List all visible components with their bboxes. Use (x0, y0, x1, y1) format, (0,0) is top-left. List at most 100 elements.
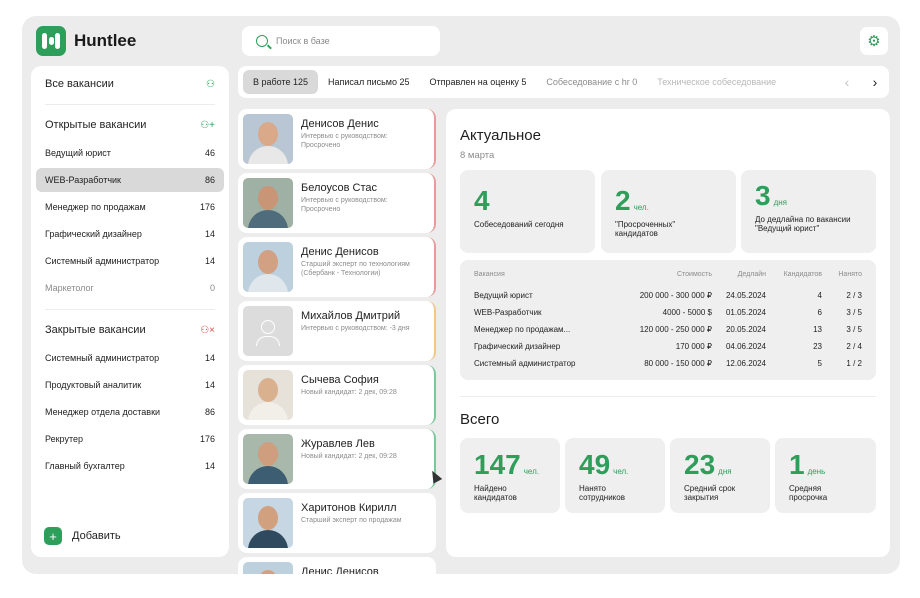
table-row[interactable]: Системный администратор 80 000 - 150 000… (474, 355, 862, 371)
avatar-placeholder (243, 306, 293, 356)
search-input[interactable] (276, 36, 426, 46)
stat-label: Собеседований сегодня (474, 220, 564, 229)
logo-icon (36, 26, 66, 56)
sidebar-item-count: 14 (204, 256, 215, 266)
candidate-card[interactable]: Денис Денисов Старший эксперт по технолог… (238, 237, 436, 297)
candidate-card[interactable]: Журавлев Лев Новый кандидат: 2 дек, 09:28 (238, 429, 436, 489)
stat-card-deadline: 3 дня До дедлайна по вакансии "Ведущий юр… (741, 170, 876, 253)
sidebar-item-web-developer[interactable]: WEB-Разработчик 86 (36, 168, 224, 192)
stat-value: 23 (684, 449, 716, 480)
sidebar-item-lawyer[interactable]: Ведущий юрист 46 (36, 141, 224, 165)
app-window: Huntlee ⚙ Все вакансии ⚇ Открытые ваканс… (22, 16, 900, 574)
open-vacancies-header[interactable]: Открытые вакансии ⚇+ (36, 113, 224, 137)
sidebar-item-recruiter[interactable]: Рекрутер 176 (36, 427, 224, 451)
column-header: Вакансия (474, 270, 505, 278)
candidate-status: Старший эксперт по продажам (301, 517, 402, 524)
tab-sent-for-review[interactable]: Отправлен на оценку 5 (420, 70, 537, 94)
stat-value: 3 (755, 180, 771, 211)
tab-letter-sent[interactable]: Написал письмо 25 (318, 70, 419, 94)
sidebar-item-delivery-manager[interactable]: Менеджер отдела доставки 86 (36, 400, 224, 424)
tab-hr-interview[interactable]: Собеседование с hr 0 (536, 70, 647, 94)
candidate-status: Интервью с руководством: -3 дня (301, 325, 410, 332)
stat-value: 1 (789, 449, 805, 480)
cell-hired: 3 / 5 (846, 324, 862, 334)
add-vacancy-label: Добавить (72, 530, 121, 542)
add-user-icon[interactable]: ⚇+ (200, 120, 215, 131)
sidebar-item-closed-sysadmin[interactable]: Системный администратор 14 (36, 346, 224, 370)
table-row[interactable]: Ведущий юрист 200 000 - 300 000 ₽ 24.05.… (474, 287, 862, 303)
sidebar-item-graphic-designer[interactable]: Графический дизайнер 14 (36, 222, 224, 246)
stat-label: "Просроченных" кандидатов (615, 220, 676, 239)
table-row[interactable]: Менеджер по продажам... 120 000 - 250 00… (474, 321, 862, 337)
cell-deadline: 20.05.2024 (725, 324, 766, 334)
cell-cost: 120 000 - 250 000 ₽ (639, 324, 712, 334)
cell-candidates: 4 (817, 290, 822, 300)
sidebar-item-chief-accountant[interactable]: Главный бухгалтер 14 (36, 454, 224, 478)
sidebar-item-marketer[interactable]: Маркетолог 0 (36, 276, 224, 300)
closed-vacancies-header[interactable]: Закрытые вакансии ⚇× (36, 318, 224, 342)
cell-cost: 4000 - 5000 $ (662, 307, 712, 317)
table-row[interactable]: WEB-Разработчик 4000 - 5000 $ 01.05.2024… (474, 304, 862, 320)
sidebar-item-count: 86 (204, 175, 215, 185)
stat-label: Средняя просрочка (789, 484, 828, 503)
sidebar-item-count: 0 (209, 283, 215, 293)
sidebar-item-sales-manager[interactable]: Менеджер по продажам 176 (36, 195, 224, 219)
stat-label: Нанято сотрудников (579, 484, 625, 503)
cell-hired: 1 / 2 (846, 358, 862, 368)
avatar (243, 498, 293, 548)
settings-button[interactable]: ⚙ (860, 27, 888, 55)
cell-vacancy: Системный администратор (474, 358, 576, 368)
table-row[interactable]: Графический дизайнер 170 000 ₽ 04.06.202… (474, 338, 862, 354)
candidate-status: Интервью с руководством: Просрочено (301, 197, 388, 213)
stat-card-overdue: 2 чел. "Просроченных" кандидатов (601, 170, 736, 253)
gear-icon: ⚙ (867, 33, 881, 50)
app-name: Huntlee (74, 31, 137, 50)
sidebar-item-label: Ведущий юрист (45, 148, 111, 158)
stat-unit: дня (718, 467, 732, 476)
candidate-name: Белоусов Стас (301, 182, 378, 194)
sidebar-item-label: WEB-Разработчик (45, 175, 121, 185)
sidebar-item-label: Графический дизайнер (45, 229, 142, 239)
tab-tech-interview[interactable]: Техническое собеседование (647, 70, 786, 94)
sidebar-item-label: Рекрутер (45, 434, 83, 444)
stat-value: 2 (615, 185, 631, 216)
candidate-card[interactable]: Денис Денисов (238, 557, 436, 574)
sidebar-item-count: 14 (204, 380, 215, 390)
candidate-name: Денис Денисов (301, 246, 379, 258)
candidate-card[interactable]: Харитонов Кирилл Старший эксперт по прода… (238, 493, 436, 553)
dashboard-panel: Актуальное 8 марта 4 Собеседований сегод… (446, 109, 890, 557)
sidebar-item-product-analyst[interactable]: Продуктовый аналитик 14 (36, 373, 224, 397)
tab-in-progress[interactable]: В работе 125 (243, 70, 319, 94)
open-vacancies-label: Открытые вакансии (45, 119, 147, 131)
sidebar-item-label: Продуктовый аналитик (45, 380, 142, 390)
candidate-card[interactable]: Михайлов Дмитрий Интервью с руководством:… (238, 301, 436, 361)
avatar (243, 562, 293, 574)
candidate-list: Денисов Денис Интервью с руководством: Пр… (238, 109, 436, 574)
candidate-card[interactable]: Белоусов Стас Интервью с руководством: Пр… (238, 173, 436, 233)
stat-card-avg-close: 23 дня Средний срок закрытия (670, 438, 770, 513)
vacancies-sidebar: Все вакансии ⚇ Открытые вакансии ⚇+ Веду… (31, 66, 229, 557)
sidebar-item-count: 46 (204, 148, 215, 158)
cell-candidates: 23 (813, 341, 822, 351)
stat-unit: дня (773, 198, 787, 207)
divider (45, 104, 215, 105)
pipeline-tabs: В работе 125 Написал письмо 25 Отправлен… (238, 66, 889, 98)
stat-label: Найдено кандидатов (474, 484, 517, 503)
all-vacancies-item[interactable]: Все вакансии ⚇ (36, 72, 224, 96)
candidate-card[interactable]: Сычева София Новый кандидат: 2 дек, 09:28 (238, 365, 436, 425)
cell-deadline: 24.05.2024 (725, 290, 766, 300)
column-header: Нанято (838, 270, 862, 278)
candidate-card[interactable]: Денисов Денис Интервью с руководством: Пр… (238, 109, 436, 169)
actual-title: Актуальное (460, 127, 541, 144)
add-vacancy-button[interactable]: + Добавить (44, 527, 121, 545)
sidebar-item-sysadmin[interactable]: Системный администратор 14 (36, 249, 224, 273)
stat-value: 49 (579, 449, 611, 480)
cell-candidates: 5 (817, 358, 822, 368)
column-header: Стоимость (676, 270, 712, 278)
total-title: Всего (460, 411, 500, 428)
app-logo[interactable]: Huntlee (36, 26, 136, 56)
chevron-right-icon[interactable]: › (873, 74, 878, 90)
chevron-left-icon[interactable]: ‹ (845, 74, 850, 90)
search-bar[interactable] (242, 26, 440, 56)
remove-user-icon[interactable]: ⚇× (200, 325, 215, 336)
